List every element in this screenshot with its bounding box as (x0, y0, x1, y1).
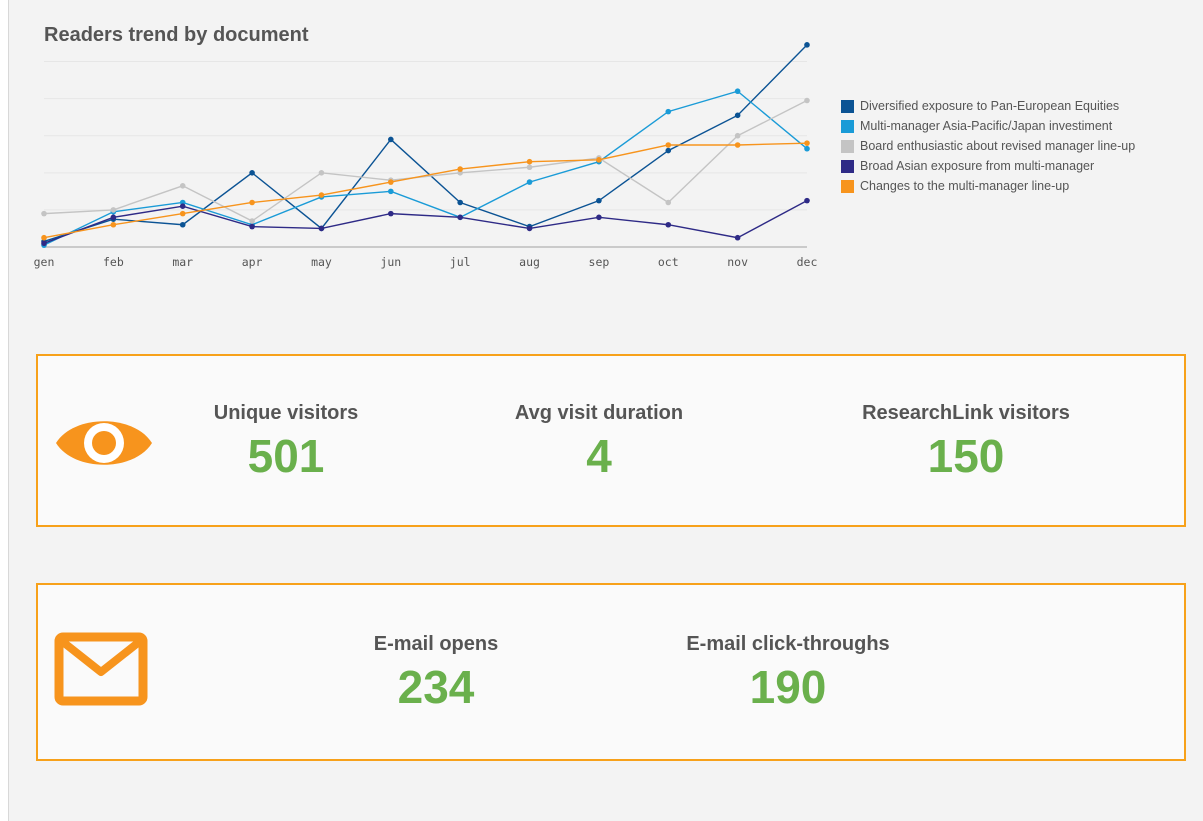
x-tick-label: mar (172, 255, 193, 269)
researchlink-visitors-label: ResearchLink visitors (862, 402, 1070, 424)
x-tick-label: feb (103, 255, 124, 269)
line-chart: gen feb mar apr may jun jul aug sep oct nov dec (34, 42, 818, 269)
data-point (596, 157, 602, 163)
avg-visit-duration-label: Avg visit duration (514, 402, 684, 424)
data-point (41, 240, 47, 247)
email-opens-label: E-mail opens (373, 633, 499, 655)
email-opens-value: 234 (397, 661, 475, 713)
data-point (110, 221, 117, 228)
series-line (43, 44, 808, 243)
legend-item[interactable]: Multi-manager Asia-Pacific/Japan investi… (841, 116, 1135, 136)
email-clickthroughs-value: 190 (749, 661, 827, 713)
eye-icon (56, 421, 152, 465)
legend-item[interactable]: Broad Asian exposure from multi-manager (841, 156, 1135, 176)
x-tick-label: oct (658, 255, 679, 269)
x-tick-label: jul (450, 255, 471, 269)
x-tick-label: gen (34, 255, 55, 269)
data-point (179, 210, 186, 217)
unique-visitors-value: 501 (247, 430, 325, 482)
legend-swatch (841, 139, 854, 153)
data-point (526, 158, 533, 165)
legend-label: Diversified exposure to Pan-European Equ… (860, 99, 1120, 113)
data-point (457, 214, 463, 221)
data-point (457, 166, 463, 172)
chart-legend: Diversified exposure to Pan-European Equ… (841, 96, 1135, 196)
x-tick-label: jun (380, 255, 401, 269)
unique-visitors-kpi: Unique visitors 501 (206, 402, 366, 483)
data-point (249, 218, 255, 224)
data-point (665, 142, 672, 148)
data-point (665, 147, 672, 154)
legend-swatch (841, 159, 854, 173)
avg-visit-duration-kpi: Avg visit duration 4 (499, 402, 699, 483)
data-point (734, 234, 741, 241)
data-point (110, 214, 117, 221)
data-point (249, 170, 255, 176)
data-point (804, 145, 810, 152)
legend-swatch (841, 179, 854, 193)
visitors-kpi-panel: Unique visitors 501 Avg visit duration 4… (36, 354, 1186, 527)
data-point (734, 112, 741, 119)
researchlink-visitors-value: 150 (927, 430, 1005, 482)
data-point (665, 199, 672, 206)
data-point (318, 170, 325, 176)
data-point (526, 179, 533, 185)
data-point (41, 210, 47, 217)
email-opens-kpi: E-mail opens 234 (351, 633, 521, 714)
data-point (596, 197, 602, 204)
data-point (804, 97, 810, 104)
data-point (179, 183, 186, 189)
data-point (249, 199, 255, 206)
data-point (596, 214, 602, 221)
x-tick-label: may (311, 255, 332, 269)
data-point (457, 199, 463, 206)
legend-label: Multi-manager Asia-Pacific/Japan investi… (860, 119, 1113, 133)
data-point (41, 234, 47, 241)
data-point (388, 210, 394, 217)
data-point (388, 179, 394, 185)
legend-label: Changes to the multi-manager line-up (860, 179, 1070, 193)
unique-visitors-label: Unique visitors (213, 402, 359, 424)
legend-swatch (841, 99, 854, 113)
data-point (388, 136, 394, 143)
data-point (734, 142, 741, 148)
x-tick-label: aug (519, 255, 540, 269)
series-line (43, 99, 808, 222)
data-point (318, 192, 325, 198)
data-point (526, 225, 533, 232)
data-point (318, 225, 325, 232)
series-line (43, 142, 808, 239)
data-point (179, 221, 186, 228)
data-point (665, 108, 672, 115)
x-tick-label: dec (797, 255, 818, 269)
email-clickthroughs-kpi: E-mail click-throughs 190 (663, 633, 913, 714)
data-point (734, 88, 741, 95)
legend-swatch (841, 119, 854, 133)
data-point (804, 42, 810, 48)
email-clickthroughs-label: E-mail click-throughs (686, 633, 890, 655)
x-tick-label: sep (589, 255, 610, 269)
data-point (179, 203, 186, 209)
legend-label: Board enthusiastic about revised manager… (860, 139, 1136, 153)
data-point (665, 221, 672, 228)
legend-item[interactable]: Changes to the multi-manager line-up (841, 176, 1135, 196)
email-kpi-panel: E-mail opens 234 E-mail click-throughs 1… (36, 583, 1186, 761)
legend-label: Broad Asian exposure from multi-manager (860, 159, 1095, 173)
data-point (110, 207, 117, 213)
data-point (526, 164, 533, 171)
data-point (249, 223, 255, 230)
data-point (804, 140, 810, 146)
avg-visit-duration-value: 4 (586, 430, 612, 482)
data-point (388, 188, 394, 195)
legend-item[interactable]: Diversified exposure to Pan-European Equ… (841, 96, 1135, 116)
legend-item[interactable]: Board enthusiastic about revised manager… (841, 136, 1135, 156)
data-point (734, 132, 741, 139)
mail-icon (54, 632, 148, 706)
series-line (43, 200, 808, 244)
x-tick-label: apr (242, 255, 263, 269)
series-line (43, 90, 808, 246)
data-point (804, 197, 810, 204)
x-tick-label: nov (727, 255, 748, 269)
researchlink-visitors-kpi: ResearchLink visitors 150 (851, 402, 1081, 483)
